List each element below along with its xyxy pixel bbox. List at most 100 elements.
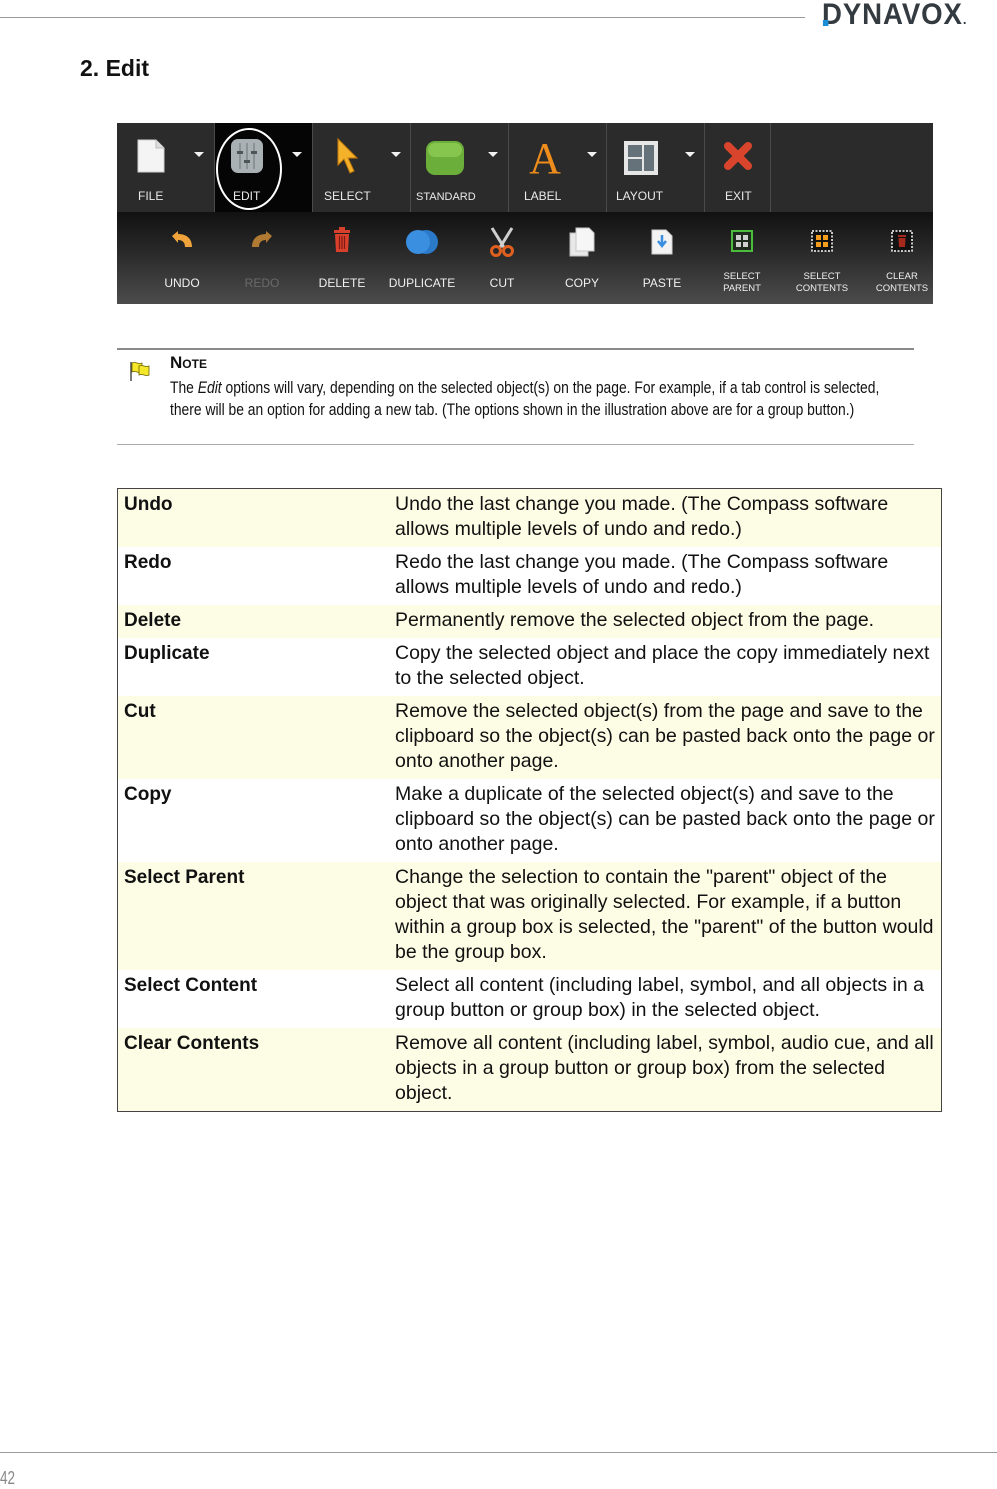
copy-label: COPY: [564, 276, 599, 290]
definition-cell: Redo the last change you made. (The Comp…: [395, 551, 889, 598]
table-row: Copy Make a duplicate of the selected obj…: [118, 779, 941, 862]
note-box: Note The Edit options will vary, dependi…: [117, 348, 914, 445]
redo-arrow-icon: [252, 231, 272, 247]
toolbar-edit-commands: UNDO REDO DELETE DUPLICATE CUT COPY PAST…: [117, 212, 933, 304]
label-line-2: CONTENTS: [875, 283, 929, 294]
definition-cell: Permanently remove the selected object f…: [395, 609, 875, 631]
term-cell: Duplicate: [124, 643, 210, 664]
undo-arrow-icon: [172, 231, 192, 247]
highlight-circle: [216, 128, 282, 210]
document-icon: [137, 139, 165, 173]
chevron-down-icon[interactable]: [292, 152, 302, 157]
term-cell: Cut: [124, 701, 156, 722]
chevron-down-icon[interactable]: [391, 152, 401, 157]
paste-button[interactable]: PASTE: [622, 212, 702, 304]
select-parent-icon: [731, 230, 753, 252]
select-contents-icon: [811, 230, 833, 252]
menu-standard[interactable]: STANDARD: [411, 123, 509, 212]
definition-cell: Remove all content (including label, sym…: [395, 1032, 934, 1104]
paste-page-icon: [651, 229, 673, 255]
toolbar-top-menu: FILE EDIT SELECT STANDARD A LABEL LAYOUT…: [117, 123, 933, 212]
overlapping-circles-icon: [406, 230, 438, 254]
section-title: 2. Edit: [80, 55, 150, 81]
undo-label: UNDO: [164, 276, 200, 290]
copy-button[interactable]: COPY: [542, 212, 622, 304]
menu-layout[interactable]: LAYOUT: [607, 123, 705, 212]
menu-file-label: FILE: [138, 189, 164, 203]
flag-icon: [130, 362, 150, 381]
definition-cell: Make a duplicate of the selected object(…: [395, 783, 935, 855]
table-row: Clear Contents Remove all content (includ…: [118, 1028, 941, 1111]
menu-select[interactable]: SELECT: [313, 123, 411, 212]
menu-select-label: SELECT: [324, 189, 371, 203]
menu-exit[interactable]: EXIT: [705, 123, 771, 212]
edit-toolbar-illustration: FILE EDIT SELECT STANDARD A LABEL LAYOUT…: [117, 123, 933, 304]
menu-edit[interactable]: EDIT: [215, 123, 313, 212]
definition-cell: Undo the last change you made. (The Comp…: [395, 493, 889, 540]
paste-label: PASTE: [642, 276, 682, 290]
menu-layout-label: LAYOUT: [616, 189, 664, 203]
note-title: Note: [170, 353, 207, 372]
select-parent-label: SELECT PARENT: [702, 271, 782, 295]
logo-text-rest: YNAVOX: [842, 0, 963, 31]
menu-exit-label: EXIT: [725, 189, 752, 203]
term-cell: Redo: [124, 552, 172, 573]
clear-contents-icon: [891, 230, 913, 252]
table-row: Cut Remove the selected object(s) from th…: [118, 696, 941, 779]
svg-text:A: A: [529, 137, 561, 177]
select-contents-button[interactable]: SELECT CONTENTS: [782, 212, 862, 304]
table-row: Duplicate Copy the selected object and pl…: [118, 638, 941, 696]
undo-button[interactable]: UNDO: [142, 212, 222, 304]
red-x-icon: [724, 142, 752, 170]
definition-cell: Copy the selected object and place the c…: [395, 642, 930, 689]
term-cell: Copy: [124, 784, 172, 805]
term-cell: Clear Contents: [124, 1033, 260, 1054]
definition-cell: Remove the selected object(s) from the p…: [395, 700, 935, 772]
menu-standard-label: STANDARD: [416, 191, 476, 203]
select-parent-button[interactable]: SELECT PARENT: [702, 212, 782, 304]
note-text: The: [170, 379, 198, 397]
duplicate-button[interactable]: DUPLICATE: [382, 212, 462, 304]
table-row: Redo Redo the last change you made. (The …: [118, 547, 941, 605]
chevron-down-icon[interactable]: [685, 152, 695, 157]
letter-a-icon: A: [529, 137, 561, 177]
note-body: The Edit options will vary, depending on…: [170, 378, 909, 421]
table-row: Undo Undo the last change you made. (The …: [118, 489, 941, 547]
term-cell: Undo: [124, 494, 173, 515]
term-cell: Select Parent: [124, 867, 245, 888]
redo-button[interactable]: REDO: [222, 212, 302, 304]
scissors-icon: [490, 227, 514, 257]
duplicate-label: DUPLICATE: [388, 276, 456, 290]
layout-grid-icon: [624, 141, 658, 175]
clear-contents-button[interactable]: CLEAR CONTENTS: [862, 212, 933, 304]
green-button-icon: [426, 141, 464, 175]
redo-label: REDO: [244, 276, 280, 290]
dynavox-logo: DYNAVOX.: [822, 0, 968, 31]
menu-file[interactable]: FILE: [117, 123, 215, 212]
label-line-1: SELECT: [723, 271, 761, 282]
clear-contents-label: CLEAR CONTENTS: [862, 271, 933, 295]
menu-label[interactable]: A LABEL: [509, 123, 607, 212]
definition-cell: Select all content (including label, sym…: [395, 974, 924, 1021]
note-emphasis: Edit: [197, 379, 222, 397]
logo-accent-mark: D: [822, 0, 843, 31]
toolbar-empty-space: [771, 123, 933, 212]
delete-button[interactable]: DELETE: [302, 212, 382, 304]
cut-button[interactable]: CUT: [462, 212, 542, 304]
select-contents-label: SELECT CONTENTS: [782, 271, 862, 295]
definition-cell: Change the selection to contain the "par…: [395, 866, 934, 963]
label-line-1: CLEAR: [886, 271, 918, 282]
chevron-down-icon[interactable]: [587, 152, 597, 157]
cursor-arrow-icon: [337, 137, 359, 174]
label-line-2: CONTENTS: [795, 283, 849, 294]
cut-label: CUT: [489, 276, 515, 290]
note-text: options will vary, depending on the sele…: [170, 379, 880, 419]
table-row: Select Parent Change the selection to con…: [118, 862, 941, 970]
trash-icon: [334, 227, 350, 252]
delete-label: DELETE: [318, 276, 366, 290]
chevron-down-icon[interactable]: [488, 152, 498, 157]
menu-label-label: LABEL: [524, 189, 562, 203]
edit-options-table: Undo Undo the last change you made. (The …: [117, 488, 942, 1112]
table-row: Select Content Select all content (includ…: [118, 970, 941, 1028]
chevron-down-icon[interactable]: [194, 152, 204, 157]
